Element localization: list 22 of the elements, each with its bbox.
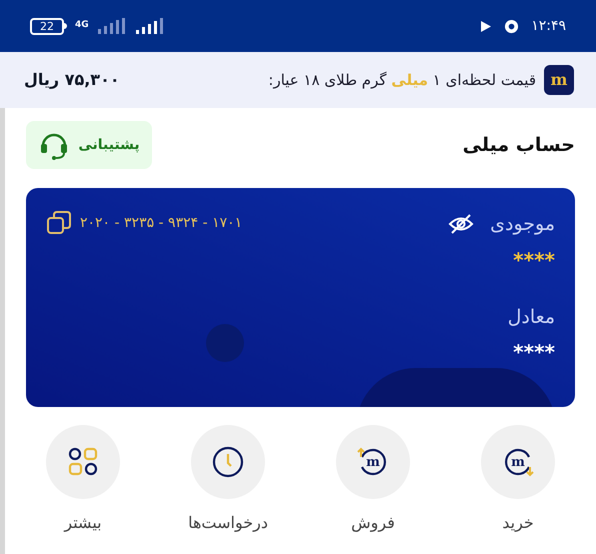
copy-icon[interactable] [46,210,72,236]
clock-icon [212,446,244,478]
support-button[interactable]: پشتیبانی [26,121,152,169]
price-value: ۷۵,۳۰۰ ریال [24,69,120,91]
eye-slash-icon[interactable] [448,213,474,236]
grid-icon [68,447,98,477]
app-logo: m [544,65,574,95]
play-icon [480,20,492,32]
account-number: ۲۰۲۰ - ۳۲۳۵ - ۹۳۲۴ - ۱۷۰۱ [80,214,242,232]
price-label: قیمت لحظه‌ای ۱ میلی گرم طلای ۱۸ عیار: [268,70,536,91]
balance-label: موجودی [490,212,555,237]
clock-time: ۱۲:۴۹ [531,16,566,36]
balance-value: **** [513,246,555,274]
action-button[interactable]: درخواست‌ها [173,425,283,535]
signal-icon [134,17,163,35]
signal-icon [96,17,127,35]
page-title: حساب میلی [462,132,575,158]
battery-icon: 22 [30,18,64,34]
network-type: 4G [75,19,89,32]
equivalent-label: معادل [508,304,555,330]
action-button[interactable]: بیشتر [28,425,138,535]
equivalent-value: **** [513,339,555,366]
